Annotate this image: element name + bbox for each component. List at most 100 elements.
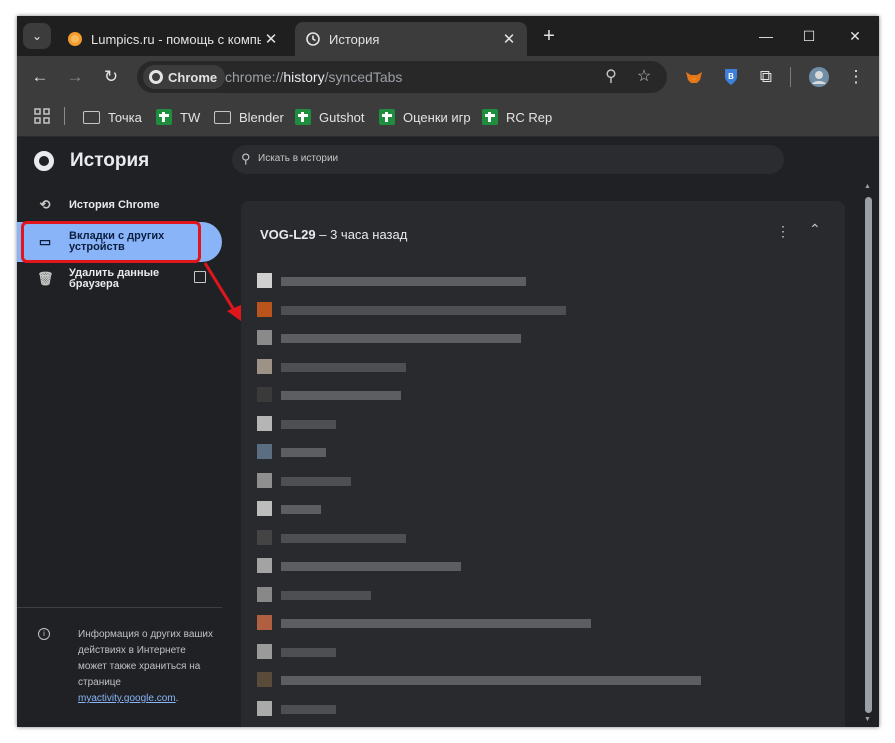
- chrome-logo-icon: [34, 151, 54, 171]
- bookmark-tochka[interactable]: Точка: [83, 107, 142, 127]
- sidebar-item-clear-data[interactable]: 🗑 Удалить данные браузера: [17, 259, 222, 299]
- tab-favicon: [257, 358, 272, 374]
- activity-info: Информация о других ваших действиях в Ин…: [78, 627, 213, 707]
- url-text[interactable]: chrome://history/syncedTabs: [225, 69, 402, 85]
- bookmarks-separator: [64, 107, 65, 125]
- blurred-tab-title: [281, 647, 336, 657]
- tab-strip: ⌄ Lumpics.ru - помощь с компь ✕ История …: [17, 16, 879, 56]
- sidebar-divider: [17, 607, 222, 608]
- blurred-tab-title: [281, 505, 321, 514]
- tab-favicon: [257, 472, 272, 488]
- blurred-tab-title: [281, 305, 566, 315]
- bookmark-label: RC Rep: [506, 109, 553, 125]
- close-window-icon[interactable]: ✕: [845, 26, 865, 46]
- maximize-icon[interactable]: ☐: [799, 26, 819, 46]
- profile-avatar-icon[interactable]: [808, 66, 830, 88]
- toolbar: ← → ↻ Chrome chrome://history/syncedTabs…: [17, 56, 879, 98]
- bookmark-rc-rep[interactable]: RC Rep: [482, 107, 552, 127]
- blurred-tab-title: [281, 391, 401, 400]
- tab-favicon: [257, 529, 272, 545]
- zoom-icon[interactable]: ⚲: [601, 67, 621, 87]
- search-placeholder: Искать в истории: [258, 153, 339, 164]
- search-icon: ⚲: [241, 151, 251, 166]
- bookmark-label: Точка: [108, 109, 142, 125]
- tab-favicon: [257, 558, 272, 573]
- scroll-up-icon[interactable]: ▲: [864, 183, 871, 190]
- extensions-puzzle-icon[interactable]: ⧉: [755, 66, 777, 88]
- tab-favicon: [257, 273, 272, 288]
- sidebar-item-label: Удалить данные браузера: [69, 267, 160, 290]
- info-text: Информация о других ваших действиях в Ин…: [78, 629, 214, 688]
- sidebar-item-label: История Chrome: [69, 198, 160, 211]
- tab-favicon: [257, 301, 272, 317]
- trash-icon: 🗑: [37, 271, 54, 286]
- tab-favicon: [257, 501, 272, 516]
- chip-label: Chrome: [168, 69, 218, 85]
- bookmark-label: Blender: [239, 109, 284, 125]
- close-tab-icon[interactable]: ✕: [499, 30, 519, 48]
- tab-favicon: [257, 415, 272, 431]
- tab-title: Lumpics.ru - помощь с компь: [91, 31, 261, 47]
- apps-grid-icon[interactable]: [34, 108, 50, 124]
- more-actions-icon[interactable]: ⋮: [776, 223, 790, 240]
- annotation-arrow: [203, 262, 241, 321]
- tab-favicon: [257, 444, 272, 459]
- chrome-chip[interactable]: Chrome: [143, 65, 226, 89]
- bookmark-game-ratings[interactable]: Оценки игр: [379, 107, 471, 127]
- bookmark-label: Оценки игр: [403, 109, 471, 125]
- history-page: История ⚲ Искать в истории ⟲ История Chr…: [17, 137, 879, 727]
- sheets-icon: [295, 109, 311, 125]
- address-bar[interactable]: Chrome chrome://history/syncedTabs ⚲ ☆: [137, 61, 667, 93]
- device-time: – 3 часа назад: [315, 227, 408, 242]
- info-suffix: .: [175, 693, 179, 704]
- menu-kebab-icon[interactable]: ⋮: [845, 66, 867, 88]
- info-icon: i: [38, 628, 50, 640]
- bookmark-gutshot[interactable]: Gutshot: [295, 107, 365, 127]
- collapse-chevron-icon[interactable]: ⌃: [809, 221, 821, 238]
- blurred-tab-title: [281, 590, 371, 600]
- back-arrow-icon[interactable]: ←: [29, 66, 51, 88]
- tab-favicon: [257, 643, 272, 659]
- tab-favicon: [257, 586, 272, 602]
- bitwarden-extension-icon[interactable]: B: [720, 66, 742, 88]
- blurred-tab-title: [281, 676, 701, 685]
- history-search-input[interactable]: ⚲ Искать в истории: [232, 145, 784, 174]
- minimize-icon[interactable]: —: [756, 26, 776, 46]
- bookmarks-bar: Точка TW Blender Gutshot Оценки игр RC R…: [17, 98, 879, 137]
- tab-history[interactable]: История ✕: [295, 22, 527, 56]
- tab-search-button[interactable]: ⌄: [23, 23, 51, 49]
- blurred-tab-title: [281, 277, 526, 286]
- scrollbar[interactable]: ▲ ▼: [864, 183, 873, 723]
- scrollbar-thumb[interactable]: [865, 197, 872, 713]
- reload-icon[interactable]: ↻: [100, 66, 122, 88]
- browser-window: ⌄ Lumpics.ru - помощь с компь ✕ История …: [17, 16, 879, 727]
- new-tab-button[interactable]: +: [537, 24, 561, 48]
- forward-arrow-icon[interactable]: →: [64, 66, 86, 88]
- blurred-tab-title: [281, 334, 521, 343]
- sheets-icon: [482, 109, 498, 125]
- myactivity-link[interactable]: myactivity.google.com: [78, 693, 176, 704]
- highlight-box: [21, 221, 201, 263]
- scroll-down-icon[interactable]: ▼: [864, 716, 871, 723]
- device-name: VOG-L29: [260, 227, 316, 242]
- tab-lumpics[interactable]: Lumpics.ru - помощь с компь ✕: [57, 22, 289, 56]
- blurred-tab-title: [281, 476, 351, 486]
- history-icon: ⟲: [39, 197, 51, 212]
- metamask-extension-icon[interactable]: [683, 66, 705, 88]
- tab-favicon: [257, 387, 272, 402]
- tab-favicon: [257, 672, 272, 687]
- tab-title: История: [329, 31, 380, 47]
- blurred-tab-title: [281, 419, 336, 429]
- url-host: history: [283, 69, 325, 85]
- sidebar-item-chrome-history[interactable]: ⟲ История Chrome: [17, 185, 222, 225]
- bookmark-tw[interactable]: TW: [156, 107, 200, 127]
- blurred-tab-title: [281, 619, 591, 628]
- folder-icon: [214, 110, 231, 124]
- close-tab-icon[interactable]: ✕: [261, 30, 281, 48]
- page-title: История: [70, 150, 150, 171]
- bookmark-label: TW: [180, 109, 201, 125]
- bookmark-blender[interactable]: Blender: [214, 107, 284, 127]
- lumpics-favicon-icon: [68, 32, 82, 46]
- folder-icon: [83, 110, 100, 124]
- bookmark-star-icon[interactable]: ☆: [634, 67, 654, 87]
